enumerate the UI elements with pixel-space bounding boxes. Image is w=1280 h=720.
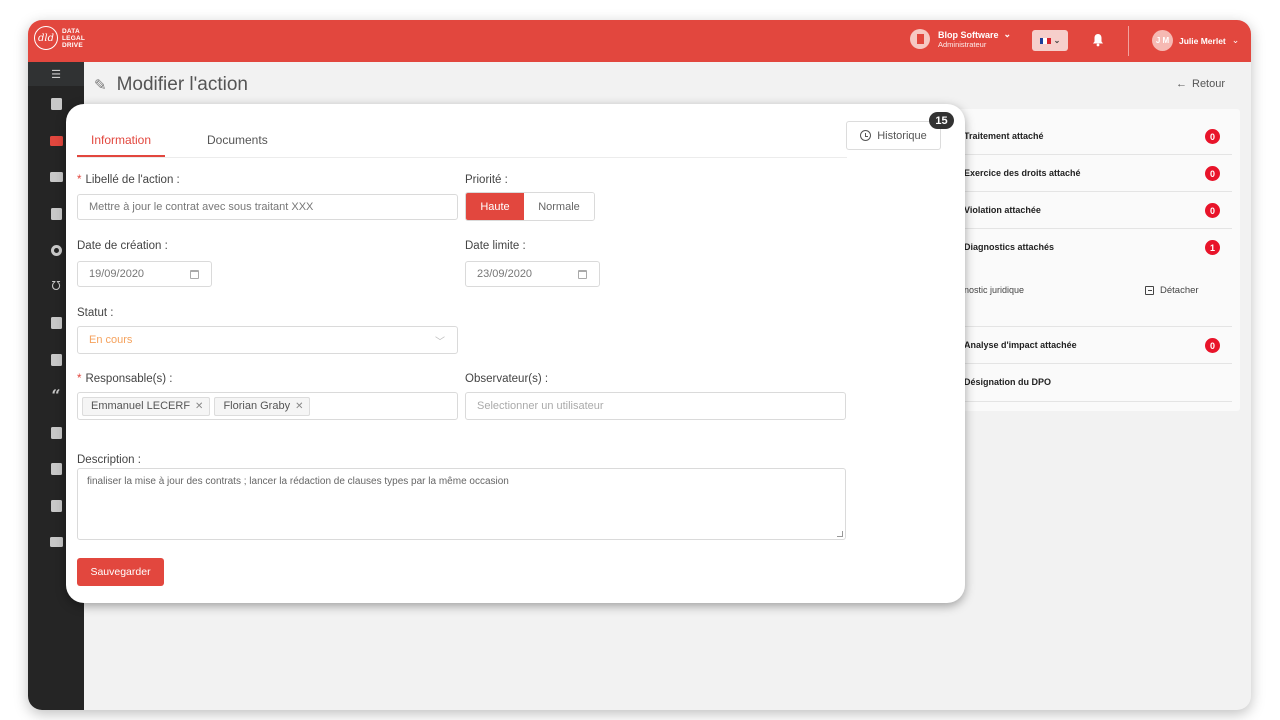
responsables-input[interactable]: Emmanuel LECERF ✕ Florian Graby ✕ [77,392,458,420]
attachment-row-diagnostics[interactable]: Diagnostics attachés 1 nostic juridique … [950,229,1232,327]
chevron-down-icon: ⌄ [1053,36,1061,45]
history-button[interactable]: Historique [846,121,941,150]
statut-label: Statut : [77,307,114,319]
user-menu[interactable]: J M Julie Merlet ⌄ [1152,30,1239,51]
file-pulse-icon [50,353,62,366]
target-icon [50,244,62,256]
french-flag-icon [1039,37,1051,44]
attachment-row-analyse-impact[interactable]: Analyse d'impact attachée 0 [950,327,1232,364]
count-badge: 1 [1205,240,1220,255]
calendar-icon [578,270,587,279]
building-icon [910,29,930,49]
responsable-tag: Emmanuel LECERF ✕ [82,396,211,416]
calendar-icon [49,135,63,146]
quote-icon: “ [51,386,61,406]
attachment-row-violation[interactable]: Violation attachée 0 [950,192,1232,229]
user-name: Julie Merlet [1179,35,1226,46]
edit-icon: ✎ [94,77,107,94]
attachment-row-droits[interactable]: Exercice des droits attaché 0 [950,155,1232,192]
priorite-normale-button[interactable]: Normale [524,193,594,220]
menu-indent-icon: ☰ [51,68,61,81]
divider [1128,26,1129,56]
table-icon [49,172,63,183]
save-button[interactable]: Sauvegarder [77,558,164,586]
calendar-icon [190,270,199,279]
arrow-left-icon: ← [1176,78,1187,90]
count-badge: 0 [1205,338,1220,353]
logo-mark-icon: dld [34,26,58,50]
description-textarea[interactable]: finaliser la mise à jour des contrats ; … [77,468,846,540]
minus-square-icon [1145,286,1154,295]
libelle-label: * Libellé de l'action : [77,174,180,186]
clock-icon [860,130,872,141]
date-limite-input[interactable]: 23/09/2020 [465,261,600,287]
priorite-toggle: Haute Normale [465,192,595,221]
sidebar-toggle-button[interactable]: ☰ [28,62,84,86]
date-creation-label: Date de création : [77,240,168,252]
description-label: Description : [77,454,141,466]
history-count-badge: 15 [929,112,954,129]
close-icon[interactable]: ✕ [295,401,303,412]
attachments-panel: Traitement attaché 0 Exercice des droits… [950,109,1240,411]
logo-text: DATA LEGAL DRIVE [62,27,86,49]
attachment-row-dpo[interactable]: Désignation du DPO [950,364,1232,402]
statut-select[interactable]: En cours ﹀ [77,326,458,354]
responsables-label: * Responsable(s) : [77,373,173,385]
observateurs-input[interactable]: Selectionner un utilisateur [465,392,846,420]
chevron-down-icon: ⌄ [1231,35,1240,45]
detach-button[interactable]: Détacher [1145,285,1199,296]
count-badge: 0 [1205,166,1220,181]
count-badge: 0 [1205,203,1220,218]
edit-action-card: Information Documents Historique 15 * Lib… [66,104,965,603]
avatar: J M [1152,30,1173,51]
tab-information[interactable]: Information [91,133,151,147]
top-bar: dld DATA LEGAL DRIVE Blop Software ⌄ Adm… [28,20,1251,62]
bell-icon[interactable] [1092,33,1104,47]
observateurs-label: Observateur(s) : [465,373,549,385]
count-badge: 0 [1205,129,1220,144]
active-tab-indicator [77,155,165,157]
attached-diagnostic-name[interactable]: nostic juridique [964,285,1024,295]
chevron-down-icon: ﹀ [435,337,445,348]
file-lock-icon [50,317,62,330]
company-role: Administrateur [938,40,987,49]
close-icon[interactable]: ✕ [195,401,203,412]
attachment-row-traitement[interactable]: Traitement attaché 0 [950,109,1232,155]
building-icon [50,98,62,111]
app-logo[interactable]: dld DATA LEGAL DRIVE [34,26,85,50]
page-title: ✎ Modifier l'action [94,74,248,95]
libelle-input[interactable]: Mettre à jour le contrat avec sous trait… [77,194,458,220]
chevron-down-icon: ⌄ [1003,29,1012,39]
date-limite-label: Date limite : [465,240,526,252]
book-icon [50,463,62,476]
user-tie-icon [50,426,62,439]
date-creation-input[interactable]: 19/09/2020 [77,261,212,287]
company-name: Blop Software [938,29,999,40]
clipboard-icon [50,499,62,512]
company-switcher[interactable]: Blop Software ⌄ Administrateur [910,29,1011,49]
language-selector[interactable]: ⌄ [1032,30,1068,51]
priorite-label: Priorité : [465,174,508,186]
tab-bar: Information Documents [77,104,847,158]
resize-handle-icon[interactable] [837,531,843,537]
id-card-icon [49,537,63,548]
responsable-tag: Florian Graby ✕ [214,396,311,416]
stethoscope-icon: ᘮ [51,279,61,294]
document-icon [50,207,62,220]
tab-documents[interactable]: Documents [207,133,268,147]
back-button[interactable]: ← Retour [1176,78,1225,90]
priorite-haute-button[interactable]: Haute [466,193,524,220]
